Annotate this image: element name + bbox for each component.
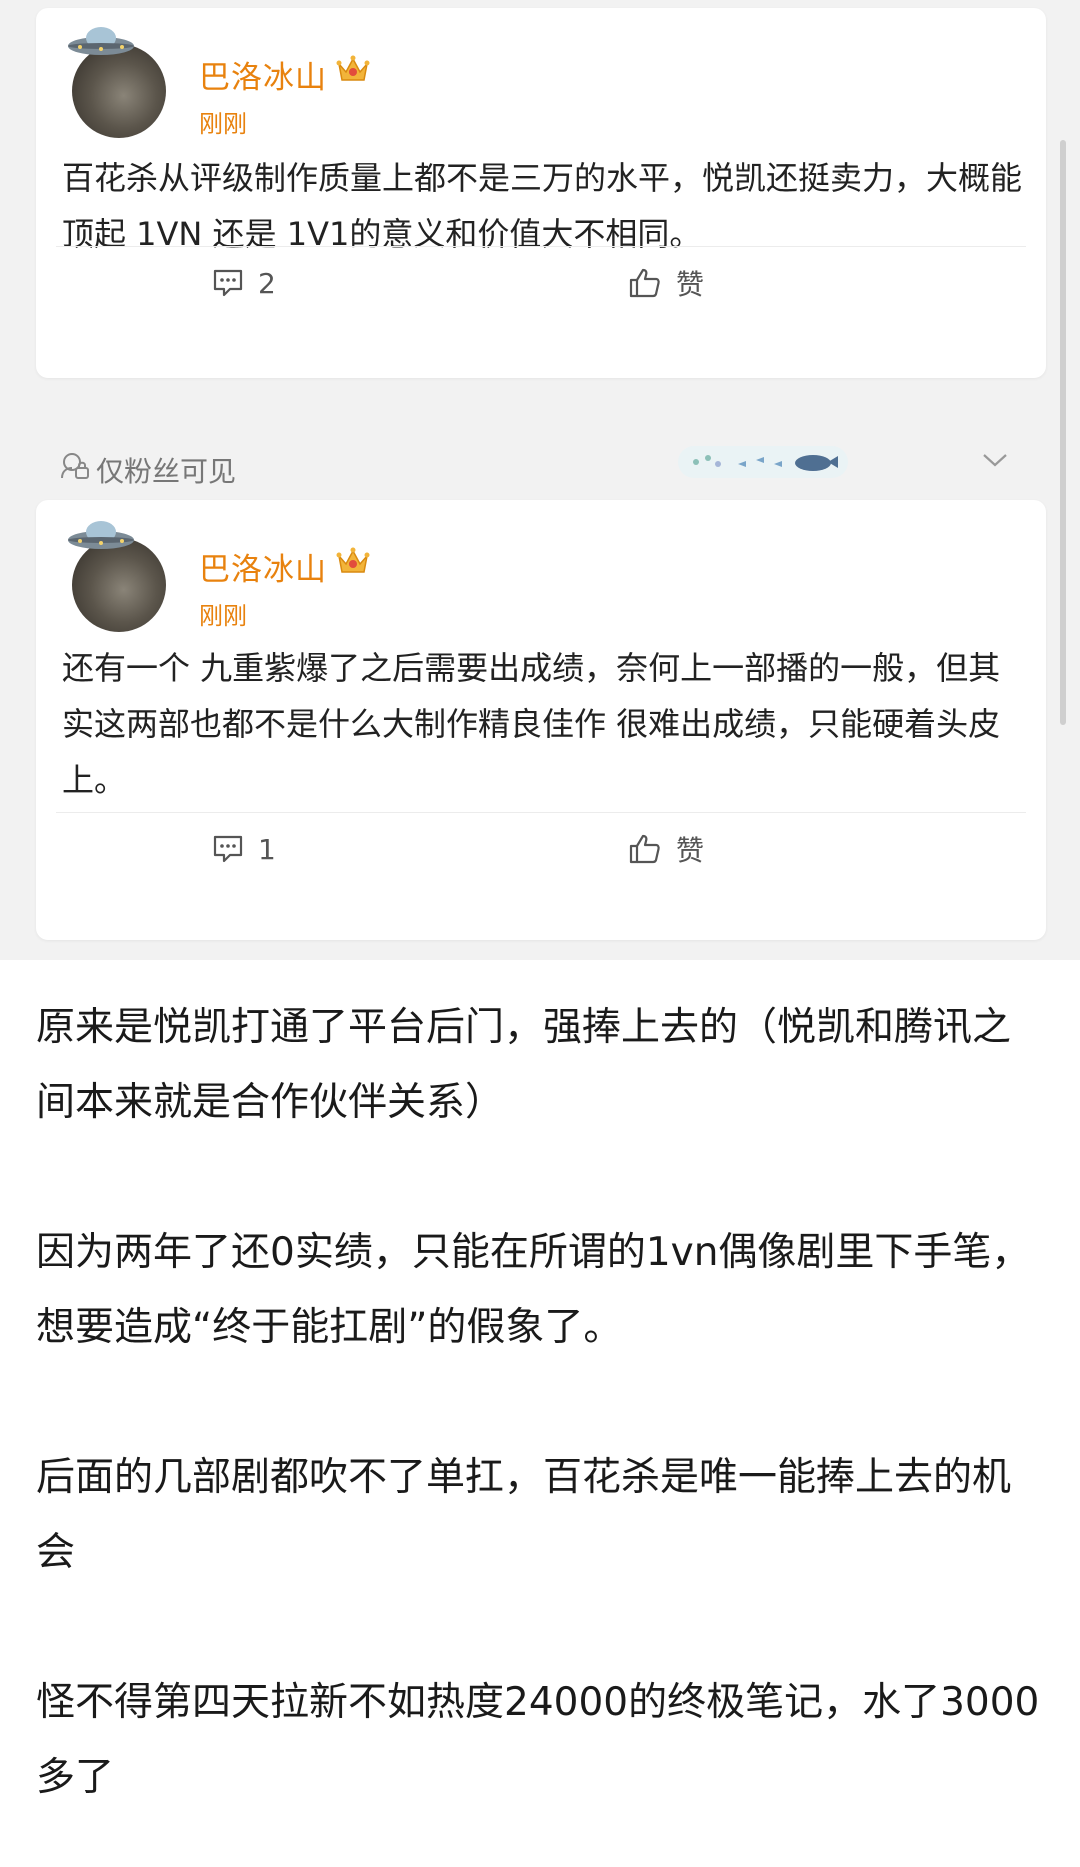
whale-decoration-icon (678, 446, 848, 478)
ufo-icon (68, 27, 134, 55)
article-paragraph: 怪不得第四天拉新不如热度24000的终极笔记，水了3000多了 (36, 1680, 1040, 1800)
comment-screenshot: 巴洛冰山 刚刚 百花杀从评级制作质量上都不是三万的水平，悦凯还挺卖力，大概能顶起… (0, 0, 1080, 960)
avatar[interactable] (68, 27, 166, 138)
thumbs-up-icon (629, 834, 660, 864)
comment-text: 还有一个 九重紫爆了之后需要出成绩，奈何上一部播的一般，但其实这两部也都不是什么… (62, 649, 1001, 799)
article-paragraph: 因为两年了还0实绩，只能在所谓的1vn偶像剧里下手笔，想要造成“终于能扛剧”的假… (36, 1230, 1031, 1350)
reply-button[interactable]: 2 (212, 248, 276, 318)
scrollbar[interactable] (1060, 140, 1066, 725)
divider (56, 812, 1026, 813)
divider (56, 246, 1026, 247)
comment-card: 巴洛冰山 刚刚 还有一个 九重紫爆了之后需要出成绩，奈何上一部播的一般，但其实这… (36, 500, 1046, 940)
like-label: 赞 (676, 268, 705, 301)
reply-count: 2 (258, 266, 276, 300)
article-body: 原来是悦凯打通了平台后门，强捧上去的（悦凯和腾讯之间本来就是合作伙伴关系） 因为… (36, 990, 1046, 1867)
fans-only-lock-icon (61, 453, 89, 479)
username[interactable]: 巴洛冰山 (199, 544, 327, 589)
timestamp: 刚刚 (199, 110, 247, 138)
reply-count: 1 (258, 832, 276, 866)
like-label: 赞 (676, 834, 705, 867)
comment-icon (213, 269, 243, 297)
chevron-down-icon[interactable] (981, 450, 1009, 470)
visibility-row: 仅粉丝可见 (36, 420, 1046, 490)
visibility-label: 仅粉丝可见 (96, 455, 237, 488)
like-button[interactable]: 赞 (628, 248, 704, 318)
thumbs-up-icon (629, 268, 660, 298)
avatar[interactable] (68, 521, 166, 632)
page: 巴洛冰山 刚刚 百花杀从评级制作质量上都不是三万的水平，悦凯还挺卖力，大概能顶起… (0, 0, 1080, 1867)
action-bar: 2 赞 (36, 248, 1046, 318)
reply-button[interactable]: 1 (212, 814, 276, 884)
username[interactable]: 巴洛冰山 (199, 52, 327, 97)
comment-card: 巴洛冰山 刚刚 百花杀从评级制作质量上都不是三万的水平，悦凯还挺卖力，大概能顶起… (36, 8, 1046, 378)
ufo-icon (68, 521, 134, 549)
crown-badge-icon (336, 547, 370, 573)
action-bar: 1 赞 (36, 814, 1046, 884)
timestamp: 刚刚 (199, 602, 247, 630)
crown-badge-icon (336, 55, 370, 81)
article-paragraph: 后面的几部剧都吹不了单扛，百花杀是唯一能捧上去的机会 (36, 1455, 1012, 1575)
comment-icon (213, 835, 243, 863)
like-button[interactable]: 赞 (628, 814, 704, 884)
article-paragraph: 原来是悦凯打通了平台后门，强捧上去的（悦凯和腾讯之间本来就是合作伙伴关系） (36, 1005, 1012, 1125)
